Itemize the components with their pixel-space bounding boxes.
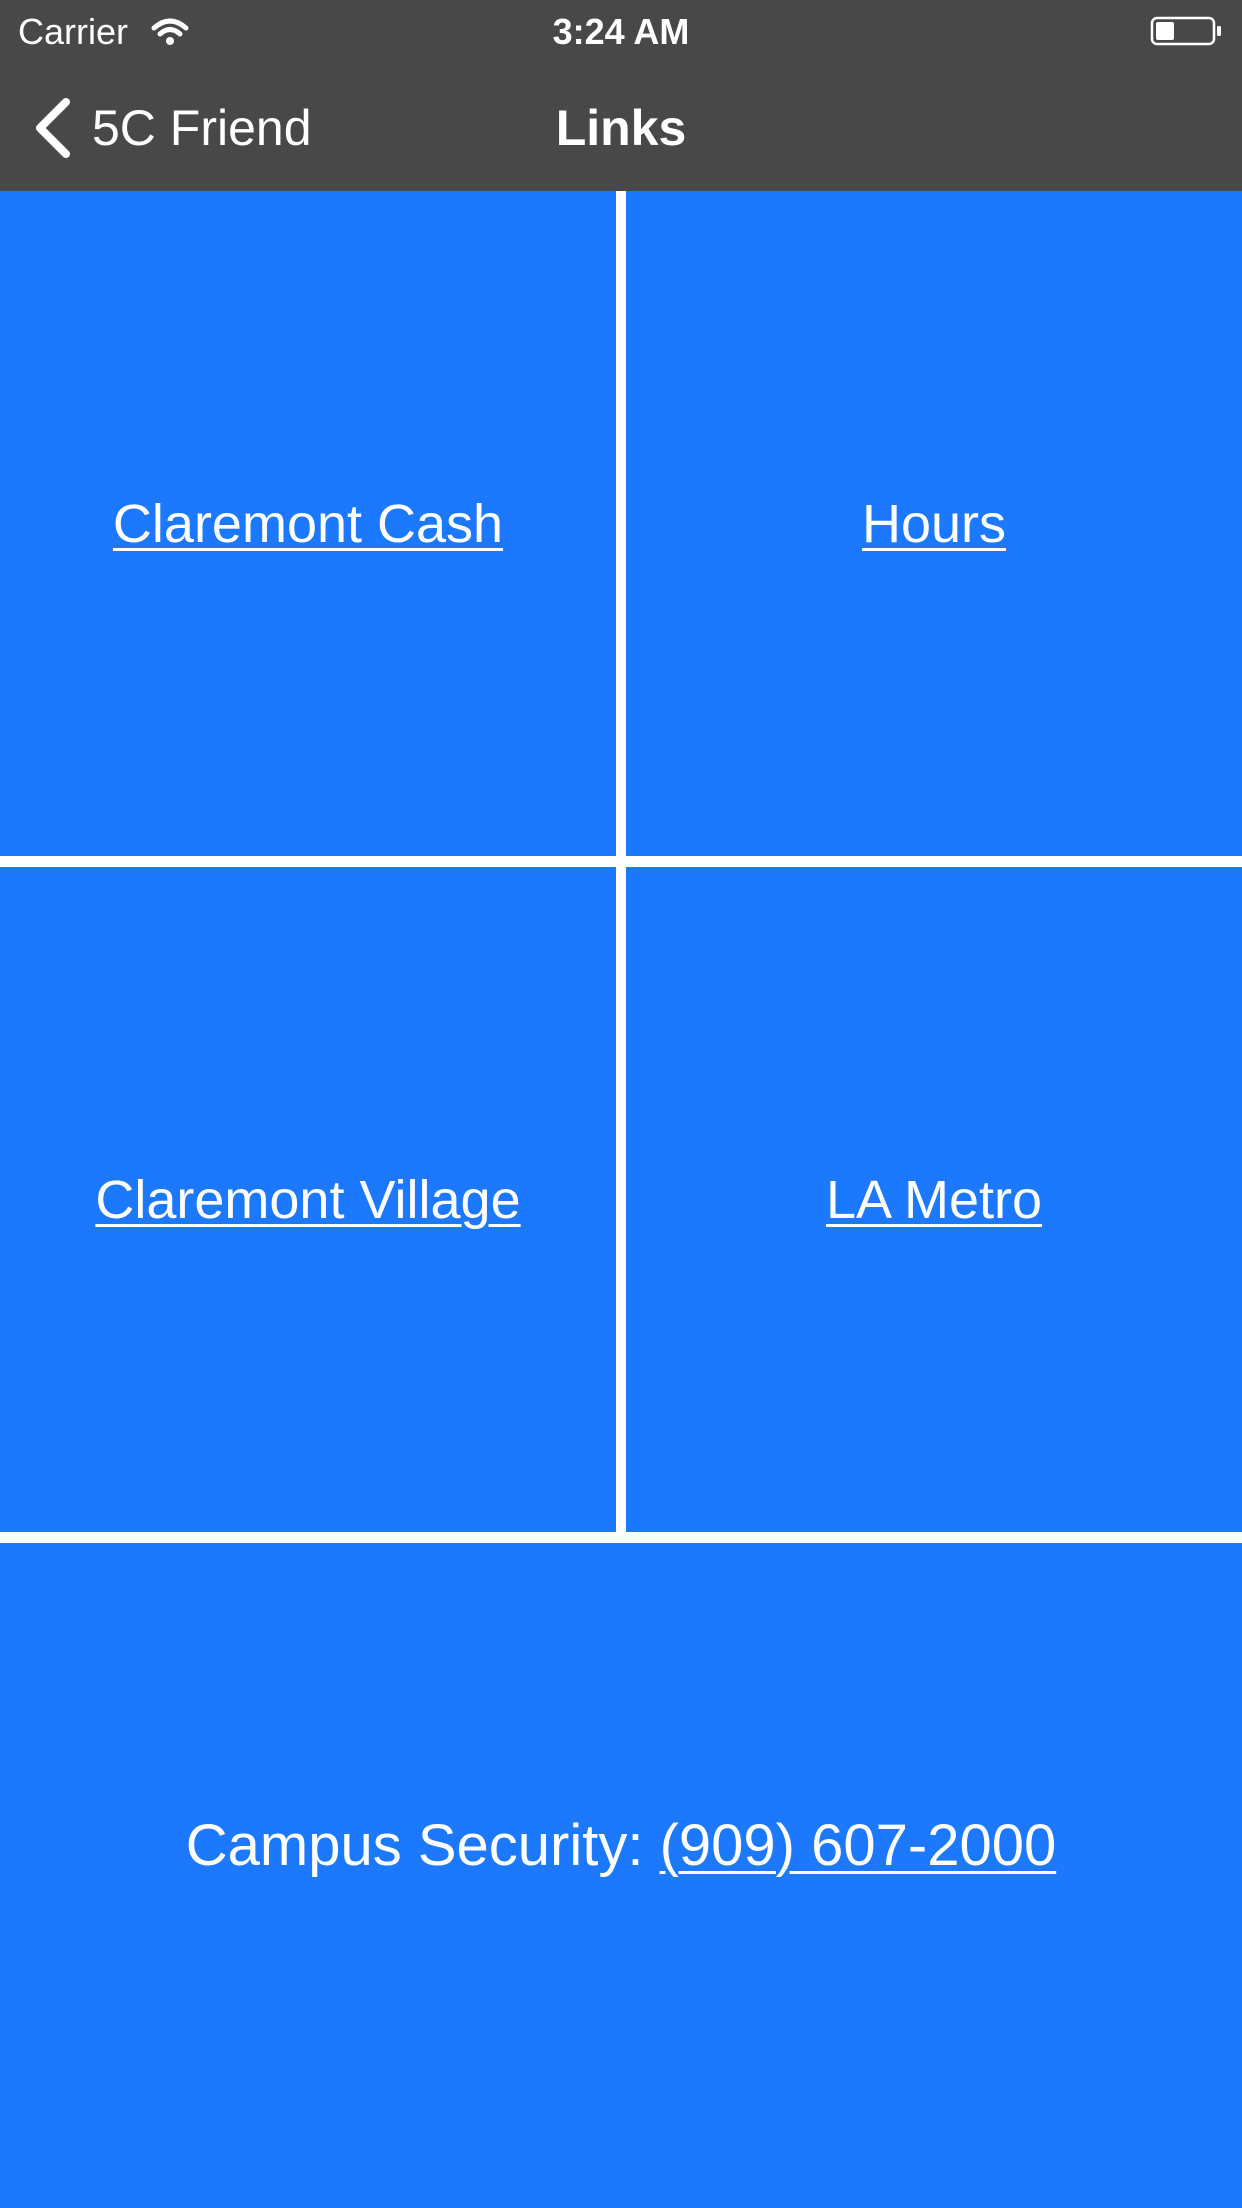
tile-la-metro: LA Metro bbox=[626, 867, 1242, 1532]
hours-link[interactable]: Hours bbox=[862, 493, 1006, 555]
campus-security-phone-link[interactable]: (909) 607-2000 bbox=[660, 1813, 1057, 1878]
la-metro-link[interactable]: LA Metro bbox=[826, 1169, 1042, 1231]
claremont-cash-link[interactable]: Claremont Cash bbox=[113, 493, 503, 555]
status-time: 3:24 AM bbox=[552, 11, 690, 52]
tile-hours: Hours bbox=[626, 191, 1242, 856]
navigation-bar: Carrier 3:24 AM 5C Friend Links bbox=[0, 0, 1242, 191]
tile-claremont-village: Claremont Village bbox=[0, 867, 616, 1532]
tile-campus-security: Campus Security: (909) 607-2000 bbox=[0, 1543, 1242, 2208]
campus-security-label: Campus Security: bbox=[185, 1812, 644, 1878]
campus-security-line: Campus Security: (909) 607-2000 bbox=[186, 1811, 1056, 1881]
page-title: Links bbox=[555, 100, 687, 156]
claremont-village-link[interactable]: Claremont Village bbox=[95, 1169, 520, 1231]
battery-icon bbox=[1150, 16, 1221, 46]
tile-claremont-cash: Claremont Cash bbox=[0, 191, 616, 856]
